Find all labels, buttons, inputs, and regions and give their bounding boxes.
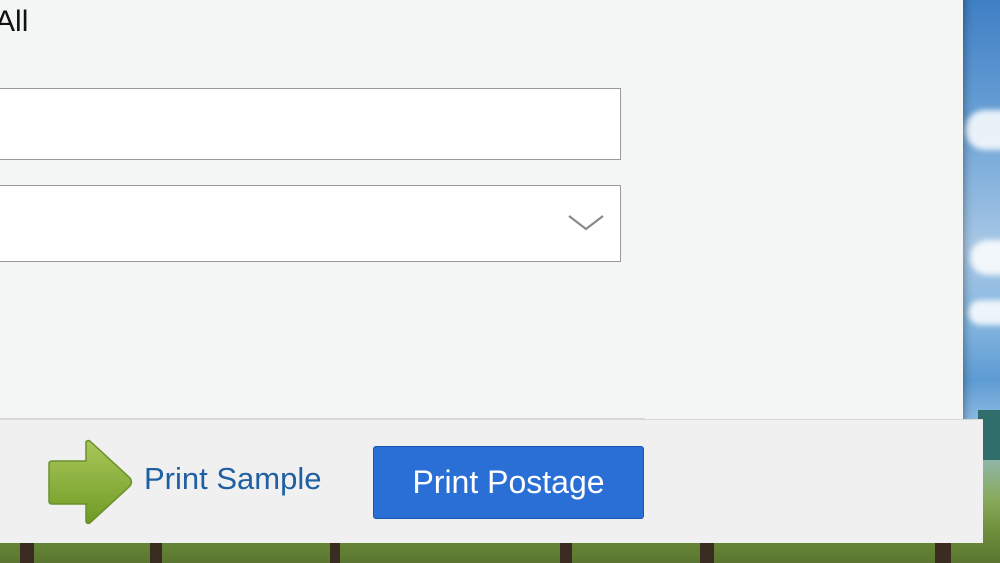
cloud bbox=[965, 110, 1000, 150]
footer-divider bbox=[0, 418, 645, 419]
print-postage-button[interactable]: Print Postage bbox=[373, 446, 644, 519]
print-sample-link[interactable]: Print Sample bbox=[144, 461, 321, 497]
screen: t All Print Sample Print Postage bbox=[0, 0, 1000, 563]
chevron-down-icon bbox=[568, 215, 604, 231]
cloud bbox=[970, 240, 1000, 275]
arrow-right-icon[interactable] bbox=[48, 438, 134, 526]
dialog-heading: t All bbox=[0, 5, 29, 38]
dropdown-select[interactable] bbox=[0, 185, 621, 262]
text-input-field[interactable] bbox=[0, 88, 621, 160]
cloud bbox=[968, 300, 1000, 325]
